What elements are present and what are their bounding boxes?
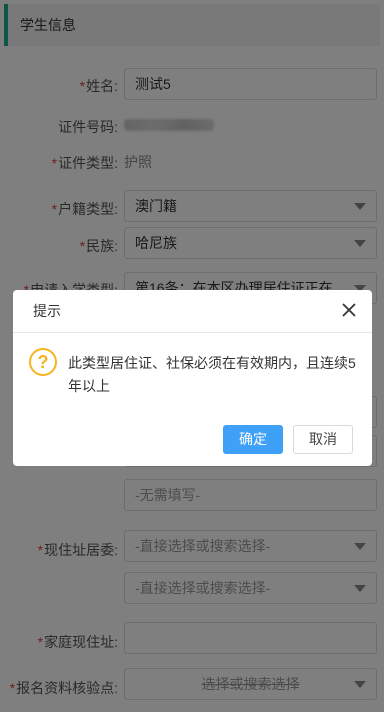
dialog-divider <box>13 332 372 333</box>
dialog-message: 此类型居住证、社保必须在有效期内，且连续5年以上 <box>68 355 356 394</box>
dialog-title: 提示 <box>33 303 61 319</box>
cancel-button[interactable]: 取消 <box>293 425 353 454</box>
alert-dialog: 提示 ? 此类型居住证、社保必须在有效期内，且连续5年以上 确定 取消 <box>13 290 372 466</box>
warning-icon: ? <box>29 348 57 376</box>
confirm-button[interactable]: 确定 <box>223 425 283 454</box>
close-icon[interactable] <box>340 301 358 319</box>
